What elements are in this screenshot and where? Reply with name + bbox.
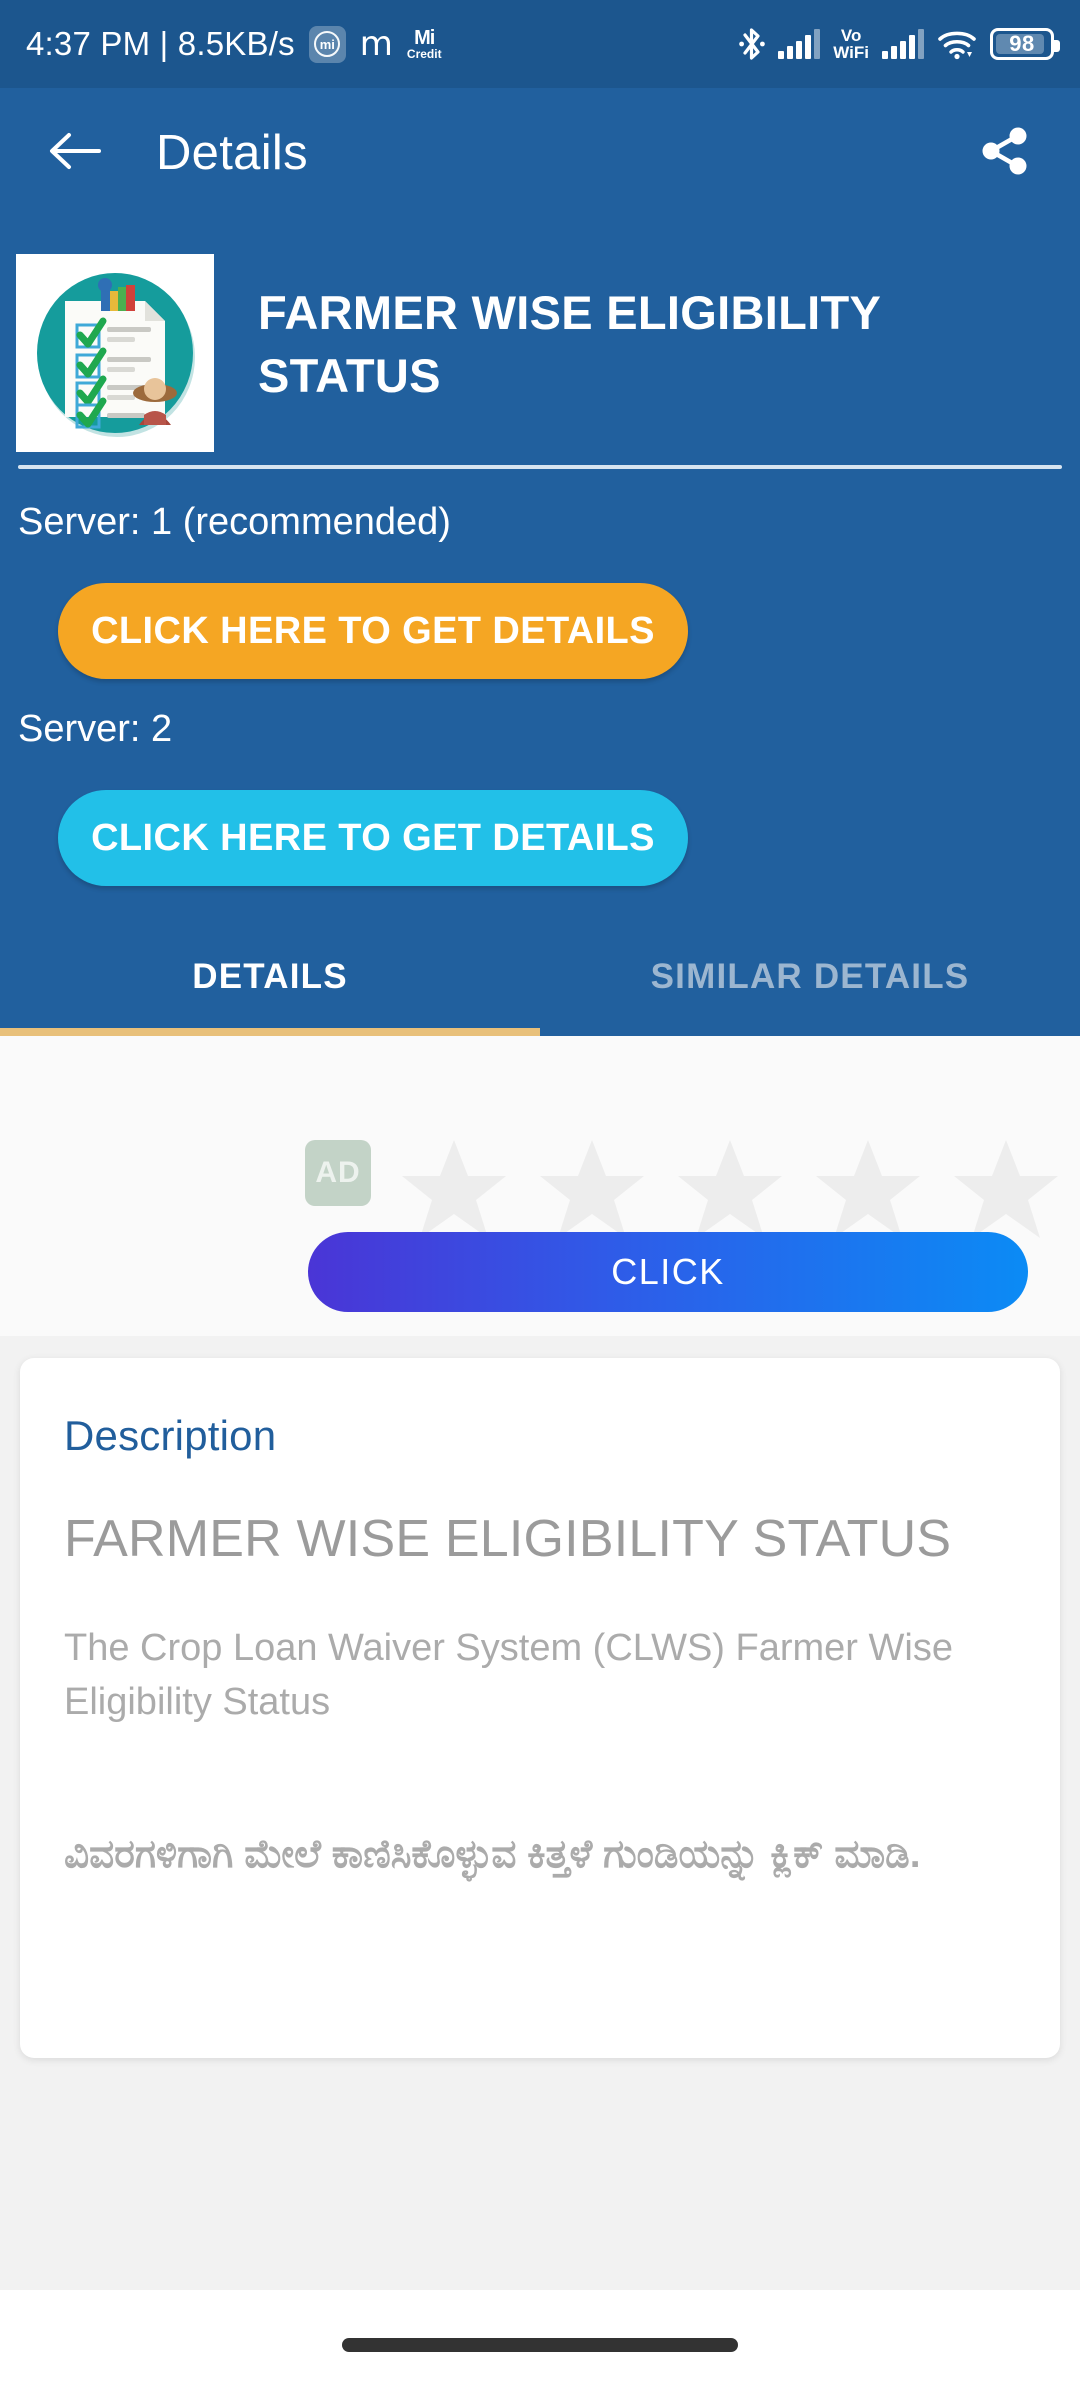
vowifi-top-label: Vo (840, 25, 862, 45)
home-gesture-pill[interactable] (342, 2338, 738, 2352)
bluetooth-icon (739, 26, 766, 62)
star-icon (400, 1138, 508, 1242)
app-title: FARMER WISE ELIGIBILITY STATUS (258, 286, 881, 402)
server-2-get-details-button[interactable]: CLICK HERE TO GET DETAILS (58, 790, 688, 886)
star-icon (952, 1138, 1060, 1242)
tab-similar-details[interactable]: SIMILAR DETAILS (540, 918, 1080, 1036)
m-icon: m (359, 24, 393, 64)
hero-divider (18, 465, 1062, 469)
status-bar-left: 4:37 PM | 8.5KB/s mi m Mi Credit (26, 25, 442, 63)
battery-icon: 98 (990, 28, 1060, 60)
description-kannada-note: ವಿವರಗಳಿಗಾಗಿ ಮೇಲೆ ಕಾಣಿಸಿಕೊಳ್ಳುವ ಕಿತ್ತಳೆ ಗ… (64, 1832, 921, 1876)
wifi-icon (937, 28, 977, 60)
server-1-label: Server: 1 (recommended) (18, 501, 451, 543)
description-body: The Crop Loan Waiver System (CLWS) Farme… (64, 1626, 953, 1723)
mi-credit-top-label: Mi (414, 27, 435, 49)
ad-click-button[interactable]: CLICK (308, 1232, 1028, 1312)
tab-bar: DETAILS SIMILAR DETAILS (0, 918, 1080, 1036)
share-icon (979, 125, 1031, 182)
mi-icon: mi (308, 25, 346, 63)
tab-details[interactable]: DETAILS (0, 918, 540, 1036)
app-bar: Details (0, 88, 1080, 218)
description-heading: Description (64, 1412, 277, 1459)
server-2-label: Server: 2 (18, 708, 173, 750)
mi-credit-icon: Mi Credit (407, 28, 442, 60)
status-bar-right: Vo WiFi 98 (739, 25, 1060, 62)
page-title: Details (156, 126, 308, 180)
mi-icon-glyph: mi (314, 31, 341, 57)
star-icon (676, 1138, 784, 1242)
battery-level-label: 98 (1009, 31, 1035, 56)
star-icon (814, 1138, 922, 1242)
server-1-get-details-button[interactable]: CLICK HERE TO GET DETAILS (58, 583, 688, 679)
app-header-row: FARMER WISE ELIGIBILITY STATUS (0, 218, 1080, 452)
ad-badge: AD (305, 1140, 371, 1206)
description-title: FARMER WISE ELIGIBILITY STATUS (64, 1510, 952, 1568)
system-navigation-bar (0, 2290, 1080, 2400)
mi-credit-bottom-label: Credit (406, 47, 442, 61)
vowifi-icon: Vo WiFi (833, 25, 869, 62)
share-button[interactable] (974, 122, 1036, 184)
signal-bars-2-icon (882, 29, 924, 59)
description-card: Description FARMER WISE ELIGIBILITY STAT… (20, 1358, 1060, 2058)
hero-section: FARMER WISE ELIGIBILITY STATUS Server: 1… (0, 218, 1080, 1036)
checklist-clipboard-icon (16, 254, 214, 452)
status-clock-and-network-speed: 4:37 PM | 8.5KB/s (26, 25, 295, 62)
arrow-left-icon (47, 129, 103, 178)
signal-bars-icon (778, 29, 821, 59)
vowifi-bottom-label: WiFi (833, 43, 869, 62)
app-screen: 4:37 PM | 8.5KB/s mi m Mi Credit Vo WiFi… (0, 0, 1080, 2400)
star-icon (538, 1138, 646, 1242)
ad-rating-stars (400, 1140, 1060, 1240)
back-button[interactable] (44, 122, 106, 184)
status-bar: 4:37 PM | 8.5KB/s mi m Mi Credit Vo WiFi… (0, 0, 1080, 88)
